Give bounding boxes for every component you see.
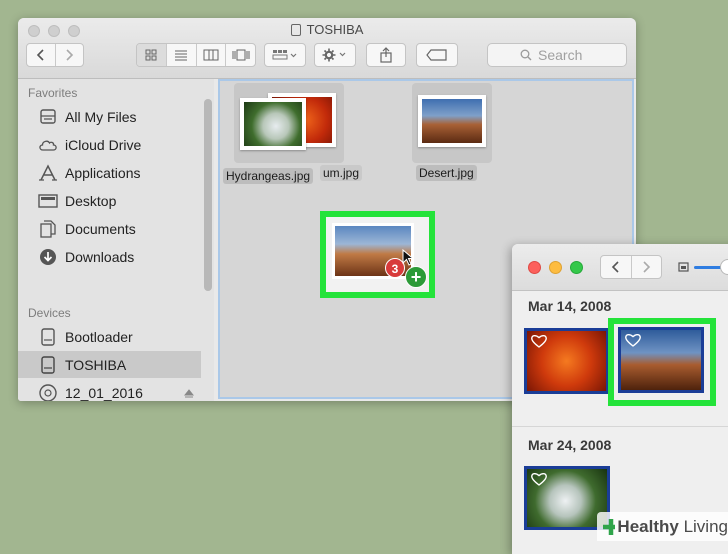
list-icon xyxy=(175,50,188,61)
finder-toolbar: TOSHIBA xyxy=(18,18,636,79)
sidebar-item-12-01-2016[interactable]: 12_01_2016 xyxy=(18,379,201,401)
chevron-left-icon xyxy=(611,261,619,273)
section-divider xyxy=(512,426,728,427)
file-name-hydrangeas[interactable]: Hydrangeas.jpg xyxy=(223,168,314,184)
sidebar-item-label: Downloads xyxy=(65,248,135,265)
mouse-cursor-icon xyxy=(402,249,414,266)
sidebar-item-desktop[interactable]: Desktop xyxy=(18,187,201,214)
minimize-button[interactable] xyxy=(549,261,562,274)
desert-image xyxy=(422,99,482,143)
sidebar-item-label: Desktop xyxy=(65,192,117,209)
arrange-icon xyxy=(272,50,297,60)
chevron-left-icon xyxy=(36,49,44,61)
cloud-icon xyxy=(38,136,58,154)
coverflow-icon xyxy=(232,49,250,61)
column-view-button[interactable] xyxy=(197,44,227,66)
photo-tile-chrysanthemum[interactable] xyxy=(524,328,609,394)
sidebar-item-applications[interactable]: Applications xyxy=(18,159,201,186)
photos-window: Mar 14, 2008 Mar 24, 2008 xyxy=(512,244,728,554)
chevron-right-icon xyxy=(643,261,651,273)
sidebar-item-label: All My Files xyxy=(65,108,137,125)
desktop-icon xyxy=(38,192,58,210)
arrange-button[interactable] xyxy=(264,43,306,67)
search-input[interactable] xyxy=(538,47,594,63)
sidebar-item-documents[interactable]: Documents xyxy=(18,215,201,242)
sidebar-item-label: iCloud Drive xyxy=(65,136,142,153)
back-button[interactable] xyxy=(27,44,56,66)
devices-header: Devices xyxy=(28,306,71,320)
sidebar-item-label: Applications xyxy=(65,164,141,181)
close-button[interactable] xyxy=(528,261,541,274)
sidebar-item-label: TOSHIBA xyxy=(65,356,127,373)
downloads-icon xyxy=(38,248,58,266)
small-thumbnail-icon xyxy=(678,262,689,272)
icon-view-button[interactable] xyxy=(137,44,167,66)
drive-icon xyxy=(290,24,301,36)
chevron-right-icon xyxy=(66,49,74,61)
forward-button[interactable] xyxy=(56,44,84,66)
back-button[interactable] xyxy=(601,256,632,278)
file-name-desert[interactable]: Desert.jpg xyxy=(416,165,477,181)
add-badge-icon: + xyxy=(405,266,427,288)
drive-icon xyxy=(38,327,58,346)
sidebar-item-label: Documents xyxy=(65,220,136,237)
view-mode-control xyxy=(136,43,256,67)
heart-icon[interactable] xyxy=(531,334,547,348)
share-button[interactable] xyxy=(366,43,406,67)
sidebar-item-toshiba[interactable]: TOSHIBA xyxy=(18,351,201,378)
all-files-icon xyxy=(38,108,58,126)
grid-icon xyxy=(145,49,157,61)
plus-logo-icon xyxy=(603,518,616,535)
list-view-button[interactable] xyxy=(167,44,197,66)
documents-icon xyxy=(38,219,58,238)
tag-icon xyxy=(426,49,447,61)
photos-toolbar xyxy=(512,244,728,291)
zoom-button[interactable] xyxy=(570,261,583,274)
drive-icon xyxy=(38,355,58,374)
sidebar: Favorites All My Files iCloud Drive Appl… xyxy=(18,79,214,401)
share-icon xyxy=(380,47,392,63)
sidebar-item-bootloader[interactable]: Bootloader xyxy=(18,323,201,350)
file-thumbnail-desert[interactable] xyxy=(418,95,486,147)
date-group-header: Mar 14, 2008 xyxy=(528,298,612,314)
sidebar-scrollbar[interactable] xyxy=(204,99,212,291)
action-menu-button[interactable] xyxy=(314,43,356,67)
date-group-header: Mar 24, 2008 xyxy=(528,437,612,453)
search-icon xyxy=(520,49,532,61)
healthy-living-watermark: Healthy Living xyxy=(597,512,728,541)
columns-icon xyxy=(203,49,219,61)
navigation-buttons xyxy=(600,255,662,279)
navigation-buttons xyxy=(26,43,84,67)
hydrangeas-image xyxy=(244,102,302,146)
favorites-header: Favorites xyxy=(28,86,78,100)
disc-icon xyxy=(38,383,58,401)
applications-icon xyxy=(38,163,58,182)
window-title: TOSHIBA xyxy=(18,21,636,39)
photo-tile-desert[interactable] xyxy=(618,327,704,393)
heart-icon[interactable] xyxy=(531,472,547,486)
zoom-slider-knob[interactable] xyxy=(720,259,728,275)
forward-button[interactable] xyxy=(632,256,662,278)
coverflow-view-button[interactable] xyxy=(226,44,255,66)
gear-icon xyxy=(322,48,346,62)
eject-icon[interactable] xyxy=(183,386,195,401)
sidebar-item-label: 12_01_2016 xyxy=(65,384,143,401)
sidebar-item-label: Bootloader xyxy=(65,328,133,345)
sidebar-item-downloads[interactable]: Downloads xyxy=(18,243,201,270)
sidebar-item-all-my-files[interactable]: All My Files xyxy=(18,103,201,130)
heart-icon[interactable] xyxy=(625,333,641,347)
sidebar-item-icloud-drive[interactable]: iCloud Drive xyxy=(18,131,201,158)
search-field[interactable] xyxy=(487,43,627,67)
file-name-chrysanthemum[interactable]: um.jpg xyxy=(320,165,363,181)
tags-button[interactable] xyxy=(416,43,458,67)
file-thumbnail-hydrangeas[interactable] xyxy=(240,98,306,150)
